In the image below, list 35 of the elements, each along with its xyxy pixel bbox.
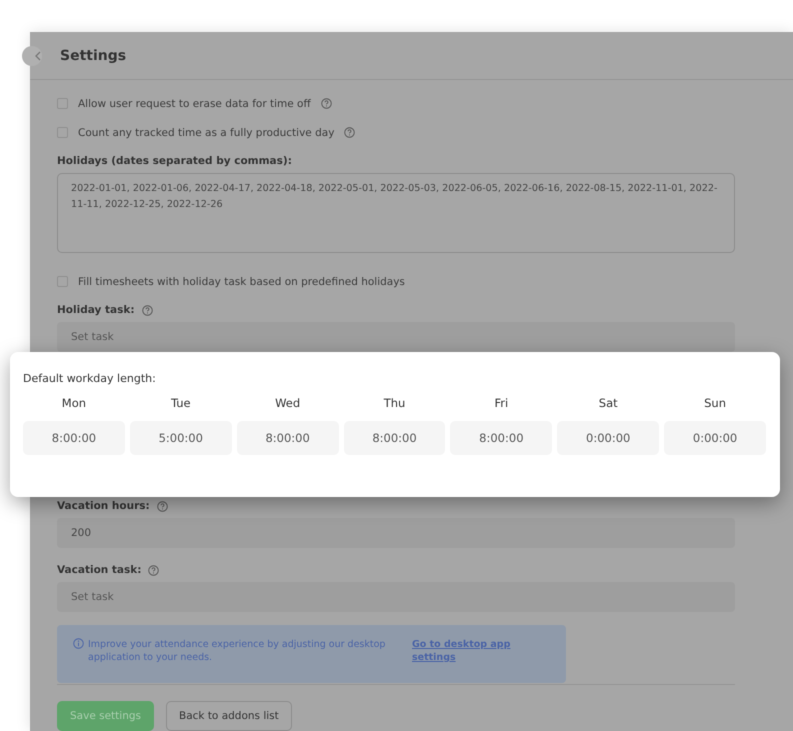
day-label: Mon — [60, 396, 88, 410]
info-icon — [73, 638, 84, 649]
hours-field[interactable]: 200 — [57, 518, 735, 548]
duration-field[interactable]: 8:00:00 — [236, 421, 339, 455]
field-label: Holiday task: — [57, 304, 135, 316]
field-label: Holidays (dates separated by commas): — [57, 155, 292, 167]
popup-title: Default workday length: — [23, 372, 157, 385]
page-title: Settings — [60, 48, 126, 64]
field-label: Vacation hours: — [57, 500, 150, 512]
chevron-icon — [34, 51, 42, 61]
duration-field[interactable]: 8:00:00 — [23, 421, 125, 455]
day-label: Sat — [598, 396, 619, 410]
checkbox-label: Allow user request to erase data for time off — [78, 98, 311, 110]
back-to-list-button[interactable]: Back to addons list — [166, 701, 292, 731]
help-icon[interactable] — [320, 98, 332, 109]
help-icon[interactable] — [142, 304, 153, 316]
help-icon[interactable] — [156, 500, 168, 512]
holidays-textarea[interactable]: 2022-01-01, 2022-01-06, 2022-04-17, 2022-04-18, 2022-05-01, 2022-05-03, 2022-06-05, 2022-06-16, 2022-08-15, 2022-11-01, 2022-11-11, 2022-12-25, 2022-12-26 — [57, 173, 735, 253]
duration-field[interactable]: 5:00:00 — [130, 421, 232, 455]
info-text: Improve your attendance experience by adjusting our desktop application to your needs. — [88, 638, 386, 664]
duration-field[interactable]: 8:00:00 — [344, 421, 446, 455]
day-label: Fri — [494, 396, 510, 410]
day-label: Thu — [382, 396, 406, 410]
duration-field[interactable]: 8:00:00 — [450, 421, 552, 455]
day-label: Wed — [274, 396, 302, 410]
help-icon[interactable] — [344, 127, 356, 138]
duration-field[interactable]: 0:00:00 — [664, 421, 766, 455]
checkbox-label: Fill timesheets with holiday task based on predefined holidays — [78, 276, 405, 288]
help-icon[interactable] — [148, 564, 160, 576]
back-button[interactable] — [22, 46, 42, 66]
checkbox-label: Count any tracked time as a fully productive day — [78, 126, 334, 138]
field-label: Vacation task: — [57, 564, 142, 576]
duration-field[interactable]: 0:00:00 — [557, 421, 660, 455]
day-label: Tue — [170, 396, 192, 410]
day-label: Sun — [703, 396, 727, 410]
